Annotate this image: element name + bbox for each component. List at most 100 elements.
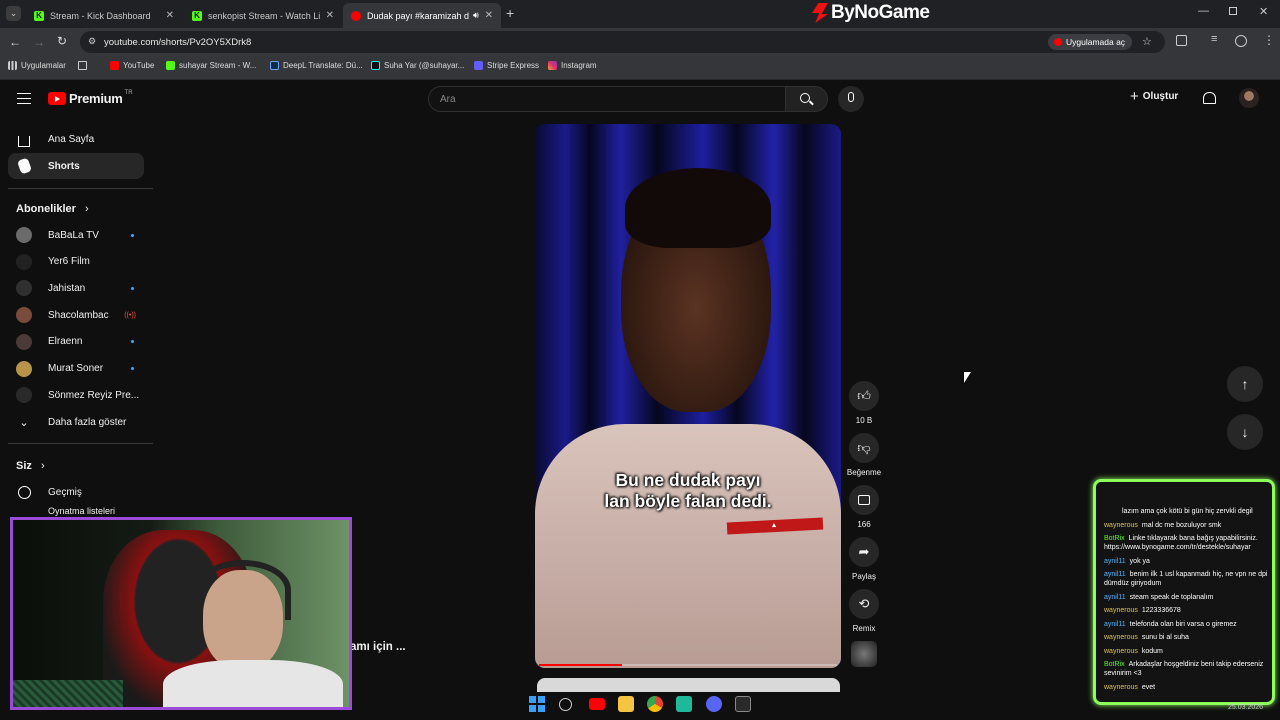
- tab-youtube-short[interactable]: Dudak payı #karamizah de... 🔊︎ ✕: [343, 3, 501, 28]
- bookmark-kick[interactable]: suhayar Stream - W...: [166, 61, 256, 70]
- media-control-icon[interactable]: ≡: [1211, 33, 1217, 45]
- avatar: [16, 280, 32, 297]
- url-text[interactable]: youtube.com/shorts/Pv2OY5XDrk8: [104, 37, 251, 48]
- bookmark-stripe[interactable]: Stripe Express: [474, 61, 539, 70]
- share-label: Paylaş: [851, 572, 876, 581]
- tab-kick-stream[interactable]: K senkopist Stream - Watch Live ... ✕: [184, 3, 342, 28]
- show-more-button[interactable]: ⌄ Daha fazla göster: [8, 409, 144, 435]
- new-tab-button[interactable]: +: [506, 5, 514, 21]
- back-icon[interactable]: ←: [9, 35, 21, 49]
- search-placeholder: Ara: [440, 94, 456, 105]
- open-in-app-button[interactable]: Uygulamada aç: [1048, 34, 1133, 50]
- sound-thumbnail[interactable]: [851, 641, 877, 667]
- extensions-icon[interactable]: [1176, 35, 1187, 46]
- chat-username: aynil11: [1104, 571, 1126, 578]
- chat-username: waynerous: [1104, 521, 1138, 529]
- app-icon-green[interactable]: [676, 696, 692, 712]
- speed-gauge-icon[interactable]: [559, 698, 572, 711]
- sidebar-item-shorts[interactable]: Shorts: [8, 153, 144, 179]
- sidebar-item-home[interactable]: Ana Sayfa: [8, 126, 144, 152]
- tab-groups-icon[interactable]: [78, 61, 87, 70]
- sidebar-subscription-item[interactable]: Jahistan: [8, 275, 144, 301]
- hamburger-menu-icon[interactable]: [17, 93, 31, 104]
- chat-text: steam speak de toplanalım: [1129, 593, 1214, 601]
- forward-icon[interactable]: →: [33, 35, 45, 49]
- tab-title: senkopist Stream - Watch Live ...: [208, 10, 320, 21]
- close-icon[interactable]: ✕: [326, 10, 334, 21]
- windows-start-icon[interactable]: [529, 696, 545, 712]
- close-window-button[interactable]: ✕: [1259, 5, 1268, 18]
- voice-search-button[interactable]: [838, 86, 864, 112]
- tab-kick-dashboard[interactable]: K Stream - Kick Dashboard ✕: [26, 3, 182, 28]
- close-icon[interactable]: ✕: [166, 10, 174, 21]
- bynogame-logo: ByNoGame: [812, 2, 930, 24]
- youtube-play-icon: [48, 92, 66, 105]
- speaker-icon: 🔊︎: [472, 10, 479, 20]
- create-button[interactable]: + Oluştur: [1130, 89, 1178, 104]
- site-info-icon[interactable]: ⚙: [88, 36, 96, 47]
- chat-username: BotRix: [1104, 535, 1125, 542]
- chat-username: aynil11: [1104, 593, 1126, 601]
- channel-avatar: [16, 307, 32, 324]
- video-progress-fill: [539, 664, 623, 666]
- previous-short-button[interactable]: ↑: [1227, 366, 1263, 402]
- tab-search-button[interactable]: ⌄: [6, 6, 21, 21]
- channel-avatar: [16, 227, 32, 243]
- sidebar-subscription-item[interactable]: Sönmez Reyiz Pre...: [8, 382, 144, 408]
- chat-text: benim ilk 1 usl kapanmadı hiç, ne vpn ne…: [1104, 571, 1268, 587]
- short-video-player[interactable]: Bu ne dudak payı lan böyle falan dedi. ▲: [535, 124, 841, 668]
- you-heading[interactable]: Siz ›: [16, 460, 45, 472]
- bynogame-mark-icon: [812, 3, 828, 23]
- search-input[interactable]: Ara: [428, 86, 786, 112]
- sidebar-subscription-item[interactable]: Elraenn: [8, 329, 144, 355]
- profile-icon[interactable]: [1235, 35, 1247, 47]
- share-button[interactable]: ➦: [849, 537, 879, 567]
- bookmark-star-icon[interactable]: ☆: [1142, 35, 1152, 48]
- dislike-button[interactable]: 👎︎: [849, 433, 879, 463]
- video-progress-track[interactable]: [539, 664, 837, 666]
- minimize-button[interactable]: —: [1198, 5, 1209, 17]
- bookmark-deepl[interactable]: DeepL Translate: Dü...: [270, 61, 363, 70]
- discord-icon[interactable]: [706, 696, 722, 712]
- bookmark-apps[interactable]: Uygulamalar: [8, 61, 66, 70]
- file-explorer-icon[interactable]: [618, 696, 634, 712]
- chat-message: BotRix Linke tıklayarak bana bağış yapabi…: [1104, 534, 1270, 552]
- notifications-bell-icon[interactable]: [1203, 92, 1216, 104]
- more-menu-icon[interactable]: ⋮: [1263, 33, 1275, 47]
- channel-avatar: [16, 333, 32, 350]
- remix-button[interactable]: ⟲: [849, 589, 879, 619]
- channel-name: Elraenn: [48, 336, 83, 348]
- new-content-dot-icon: [131, 340, 134, 344]
- chat-message: lazım ama çok kötü bi gün hiç zervkli de…: [1104, 507, 1270, 516]
- epic-games-icon[interactable]: [735, 696, 751, 712]
- comment-count: 166: [857, 520, 871, 529]
- home-icon: [16, 131, 32, 147]
- bookmark-youtube[interactable]: YouTube: [110, 61, 154, 70]
- next-short-button[interactable]: ↓: [1227, 414, 1263, 450]
- chrome-icon[interactable]: [647, 696, 663, 712]
- bookmark-instagram[interactable]: Instagram: [548, 61, 597, 70]
- search-button[interactable]: [786, 86, 828, 112]
- youtube-premium-logo[interactable]: Premium TR: [48, 90, 133, 106]
- sidebar-item-history[interactable]: Geçmiş: [8, 479, 144, 505]
- sidebar-subscription-item[interactable]: BaBaLa TV: [8, 222, 144, 248]
- close-icon[interactable]: ✕: [485, 10, 493, 21]
- share-icon: ➦: [858, 544, 870, 559]
- sidebar-subscription-item[interactable]: Murat Soner: [8, 356, 144, 382]
- sidebar-subscription-item[interactable]: Yer6 Film: [8, 249, 144, 275]
- reload-icon[interactable]: ↻: [57, 34, 67, 48]
- like-button[interactable]: 👍︎: [849, 381, 879, 411]
- youtube-app-icon[interactable]: [589, 698, 605, 710]
- chat-username: waynerous: [1104, 607, 1138, 614]
- comments-button[interactable]: [849, 485, 879, 515]
- bookmark-tiktok[interactable]: Suha Yar (@suhayar...: [371, 61, 464, 70]
- subscriptions-heading[interactable]: Abonelikler ›: [16, 203, 89, 215]
- account-avatar[interactable]: [1239, 88, 1259, 108]
- restore-button[interactable]: [1229, 7, 1237, 15]
- chat-username: BotRix: [1104, 661, 1125, 668]
- sidebar-divider: [8, 188, 153, 189]
- sidebar-subscription-item[interactable]: Shacolambac ((•)): [8, 302, 144, 328]
- video-person-hoodie: [535, 424, 841, 668]
- chat-message: waynerous 1223336678: [1104, 606, 1270, 615]
- omnibox[interactable]: ⚙ youtube.com/shorts/Pv2OY5XDrk8 Uygulam…: [80, 31, 1165, 53]
